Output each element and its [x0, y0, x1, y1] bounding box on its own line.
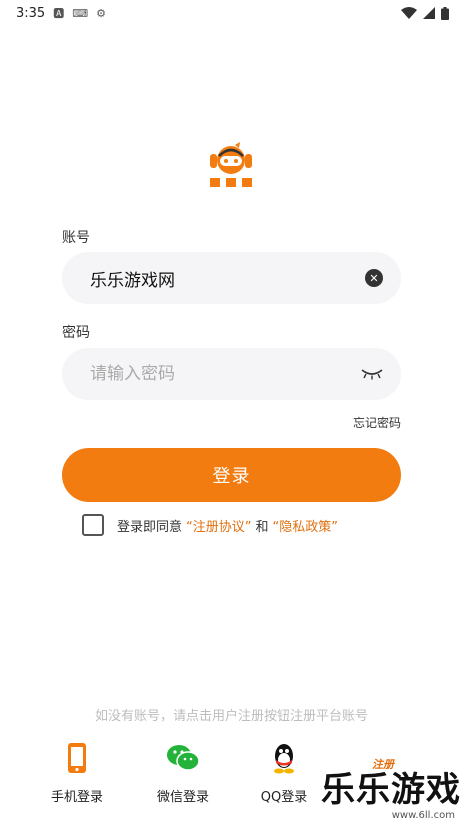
app-logo-icon — [208, 142, 254, 188]
signal-icon — [423, 7, 435, 19]
password-field[interactable] — [62, 348, 401, 400]
watermark: 乐乐游戏 — [321, 770, 461, 810]
terms-link[interactable]: “注册协议” — [186, 516, 251, 535]
login-button[interactable]: 登录 — [62, 448, 401, 502]
qq-icon — [274, 744, 294, 774]
wechat-login-button[interactable]: 微信登录 — [133, 740, 233, 805]
agreement-row: 登录即同意 “注册协议” 和 “隐私政策” — [82, 514, 338, 536]
phone-login-button[interactable]: 手机登录 — [27, 740, 127, 805]
forgot-password-link[interactable]: 忘记密码 — [353, 414, 401, 431]
agreement-checkbox[interactable] — [82, 514, 104, 536]
clear-icon[interactable]: ✕ — [365, 269, 383, 287]
eye-closed-icon[interactable] — [361, 368, 383, 380]
keyboard-icon: ⌨ — [72, 6, 89, 20]
privacy-link[interactable]: “隐私政策” — [273, 516, 338, 535]
watermark-url: www.6ll.com — [391, 810, 455, 821]
wifi-icon — [401, 7, 417, 19]
qq-login-button[interactable]: QQ登录 — [234, 740, 334, 805]
register-hint: 如没有账号，请点击用户注册按钮注册平台账号 — [94, 709, 368, 724]
account-label: 账号 — [62, 230, 90, 246]
agreement-prefix: 登录即同意 — [117, 519, 183, 535]
qq-login-label: QQ登录 — [260, 790, 308, 805]
account-field[interactable]: ✕ — [62, 252, 401, 304]
battery-icon — [441, 6, 449, 20]
wechat-login-label: 微信登录 — [156, 790, 209, 805]
status-bar: 3:35 🅰 ⌨ ⚙ — [0, 0, 463, 26]
status-time: 3:35 — [16, 5, 46, 21]
password-label: 密码 — [62, 325, 90, 341]
notification-a-icon: 🅰 — [53, 7, 65, 20]
account-input[interactable] — [90, 268, 365, 288]
wechat-icon — [167, 745, 200, 771]
phone-icon — [68, 743, 86, 773]
phone-login-label: 手机登录 — [50, 790, 103, 805]
agreement-and: 和 — [255, 519, 269, 535]
password-input[interactable] — [90, 364, 361, 384]
app-notification-icon: ⚙ — [96, 6, 106, 20]
